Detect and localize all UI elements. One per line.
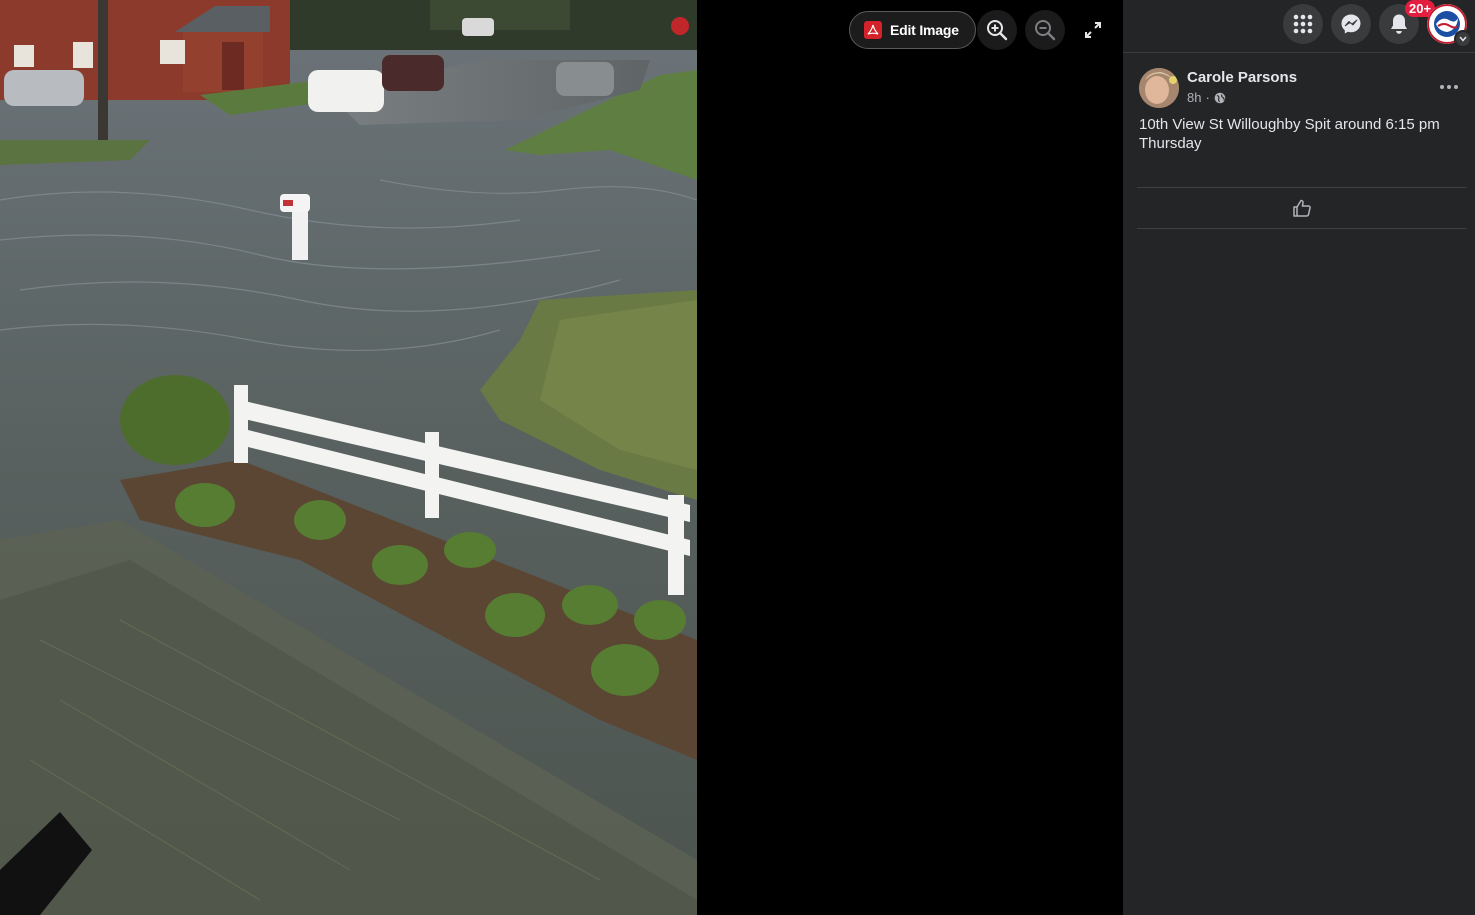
notifications-bell-icon [1391, 14, 1407, 34]
post-meta: 8h · [1187, 90, 1226, 105]
menu-grid-icon [1293, 14, 1313, 34]
more-options-icon [1440, 85, 1458, 89]
photo-viewer: Edit Image [0, 0, 1123, 915]
messenger-icon [1341, 14, 1361, 34]
divider [1137, 187, 1467, 188]
menu-button[interactable] [1283, 4, 1323, 44]
post-timestamp[interactable]: 8h [1187, 90, 1201, 105]
zoom-in-button[interactable] [977, 10, 1017, 50]
author-avatar[interactable] [1139, 68, 1179, 108]
post-author-name[interactable]: Carole Parsons [1187, 69, 1297, 86]
zoom-out-icon [1035, 20, 1056, 41]
post-photo[interactable] [0, 0, 697, 915]
messenger-button[interactable] [1331, 4, 1371, 44]
edit-image-label: Edit Image [890, 22, 959, 38]
edit-image-button[interactable]: Edit Image [849, 11, 976, 49]
fullscreen-icon [1085, 22, 1101, 38]
divider [1137, 228, 1467, 229]
globe-icon [1214, 92, 1226, 103]
post-header: Carole Parsons 8h · [1139, 68, 1459, 112]
thumbs-up-icon [1293, 199, 1311, 217]
more-options-button[interactable] [1432, 72, 1466, 102]
fullscreen-button[interactable] [1073, 10, 1113, 50]
zoom-in-icon [987, 20, 1008, 41]
like-button[interactable] [1137, 189, 1467, 227]
account-menu-caret[interactable] [1454, 30, 1472, 48]
post-caption: 10th View St Willoughby Spit around 6:15… [1139, 116, 1440, 152]
zoom-out-button[interactable] [1025, 10, 1065, 50]
acrobat-pdf-icon [864, 21, 882, 39]
meta-separator: · [1205, 90, 1210, 105]
chevron-down-icon [1459, 36, 1467, 42]
